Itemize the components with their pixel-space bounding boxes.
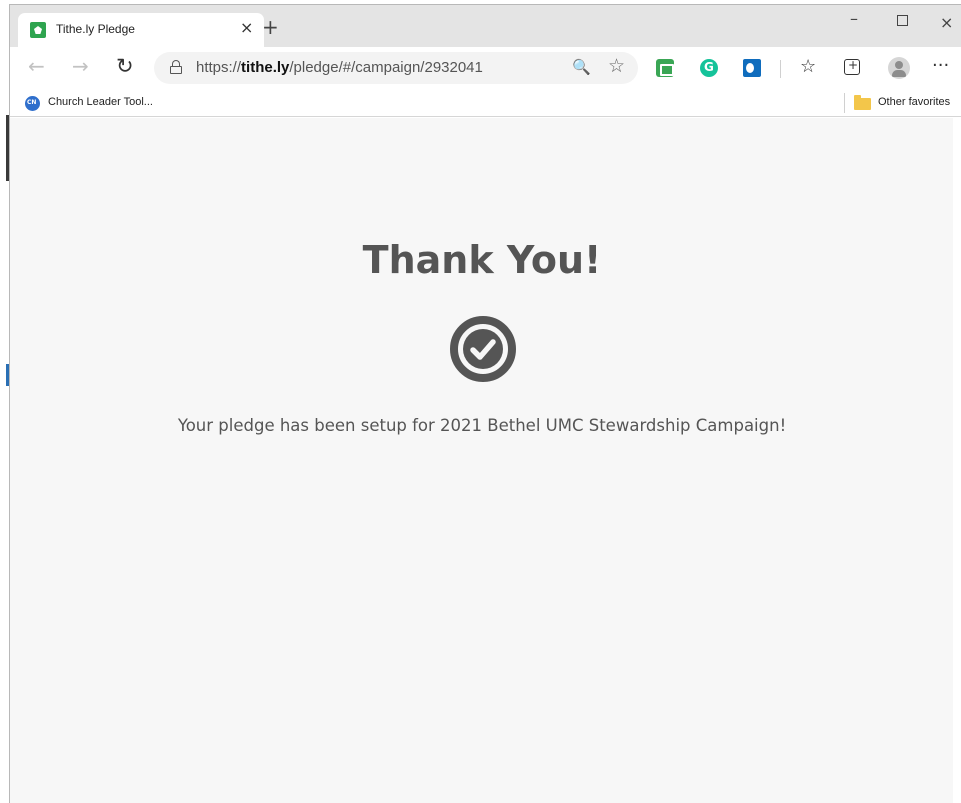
- check-circle-icon: [450, 316, 516, 382]
- browser-window: Tithe.ly Pledge × + – × ← → ↻ https://ti…: [9, 4, 961, 803]
- new-tab-button[interactable]: +: [262, 17, 279, 37]
- minimize-button[interactable]: –: [850, 9, 858, 28]
- favorite-item-church-leader[interactable]: Church Leader Tool...: [48, 96, 153, 108]
- favorites-divider: [844, 93, 845, 113]
- confirmation-message: Your pledge has been setup for 2021 Beth…: [177, 416, 787, 435]
- grammarly-icon[interactable]: [700, 59, 718, 77]
- close-window-button[interactable]: ×: [940, 13, 953, 32]
- back-button[interactable]: ←: [28, 55, 45, 77]
- tithely-favicon-icon: [30, 22, 46, 38]
- page-content: Thank You! Your pledge has been setup fo…: [10, 118, 961, 803]
- scrollbar[interactable]: [953, 118, 961, 803]
- outlook-icon[interactable]: [743, 59, 761, 77]
- zoom-icon[interactable]: 🔍: [572, 58, 591, 76]
- print-friendly-icon[interactable]: [656, 59, 674, 77]
- other-favorites-button[interactable]: Other favorites: [878, 96, 950, 108]
- favorites-icon[interactable]: ☆: [800, 56, 818, 77]
- url-text[interactable]: https://tithe.ly/pledge/#/campaign/29320…: [196, 59, 483, 76]
- star-icon[interactable]: ☆: [608, 55, 625, 77]
- maximize-button[interactable]: [897, 15, 908, 26]
- favorites-bar: Church Leader Tool... Other favorites: [10, 89, 961, 117]
- lock-icon[interactable]: [170, 60, 182, 74]
- more-menu-icon[interactable]: ···: [932, 55, 950, 76]
- folder-icon: [854, 95, 871, 110]
- profile-avatar[interactable]: [888, 57, 910, 79]
- church-leader-favicon-icon: [25, 96, 40, 111]
- tab-title: Tithe.ly Pledge: [56, 22, 135, 36]
- tab-close-icon[interactable]: ×: [240, 20, 253, 36]
- tab-tithely-pledge[interactable]: Tithe.ly Pledge ×: [18, 13, 264, 47]
- toolbar-divider: [780, 60, 781, 78]
- forward-button[interactable]: →: [72, 55, 89, 77]
- desktop-edge: [0, 0, 9, 803]
- refresh-button[interactable]: ↻: [116, 55, 134, 77]
- page-title: Thank You!: [362, 238, 602, 282]
- collections-icon[interactable]: [844, 58, 860, 75]
- browser-toolbar: ← → ↻ https://tithe.ly/pledge/#/campaign…: [10, 47, 961, 89]
- address-bar[interactable]: https://tithe.ly/pledge/#/campaign/29320…: [154, 52, 638, 84]
- title-bar: Tithe.ly Pledge × + – ×: [10, 5, 961, 47]
